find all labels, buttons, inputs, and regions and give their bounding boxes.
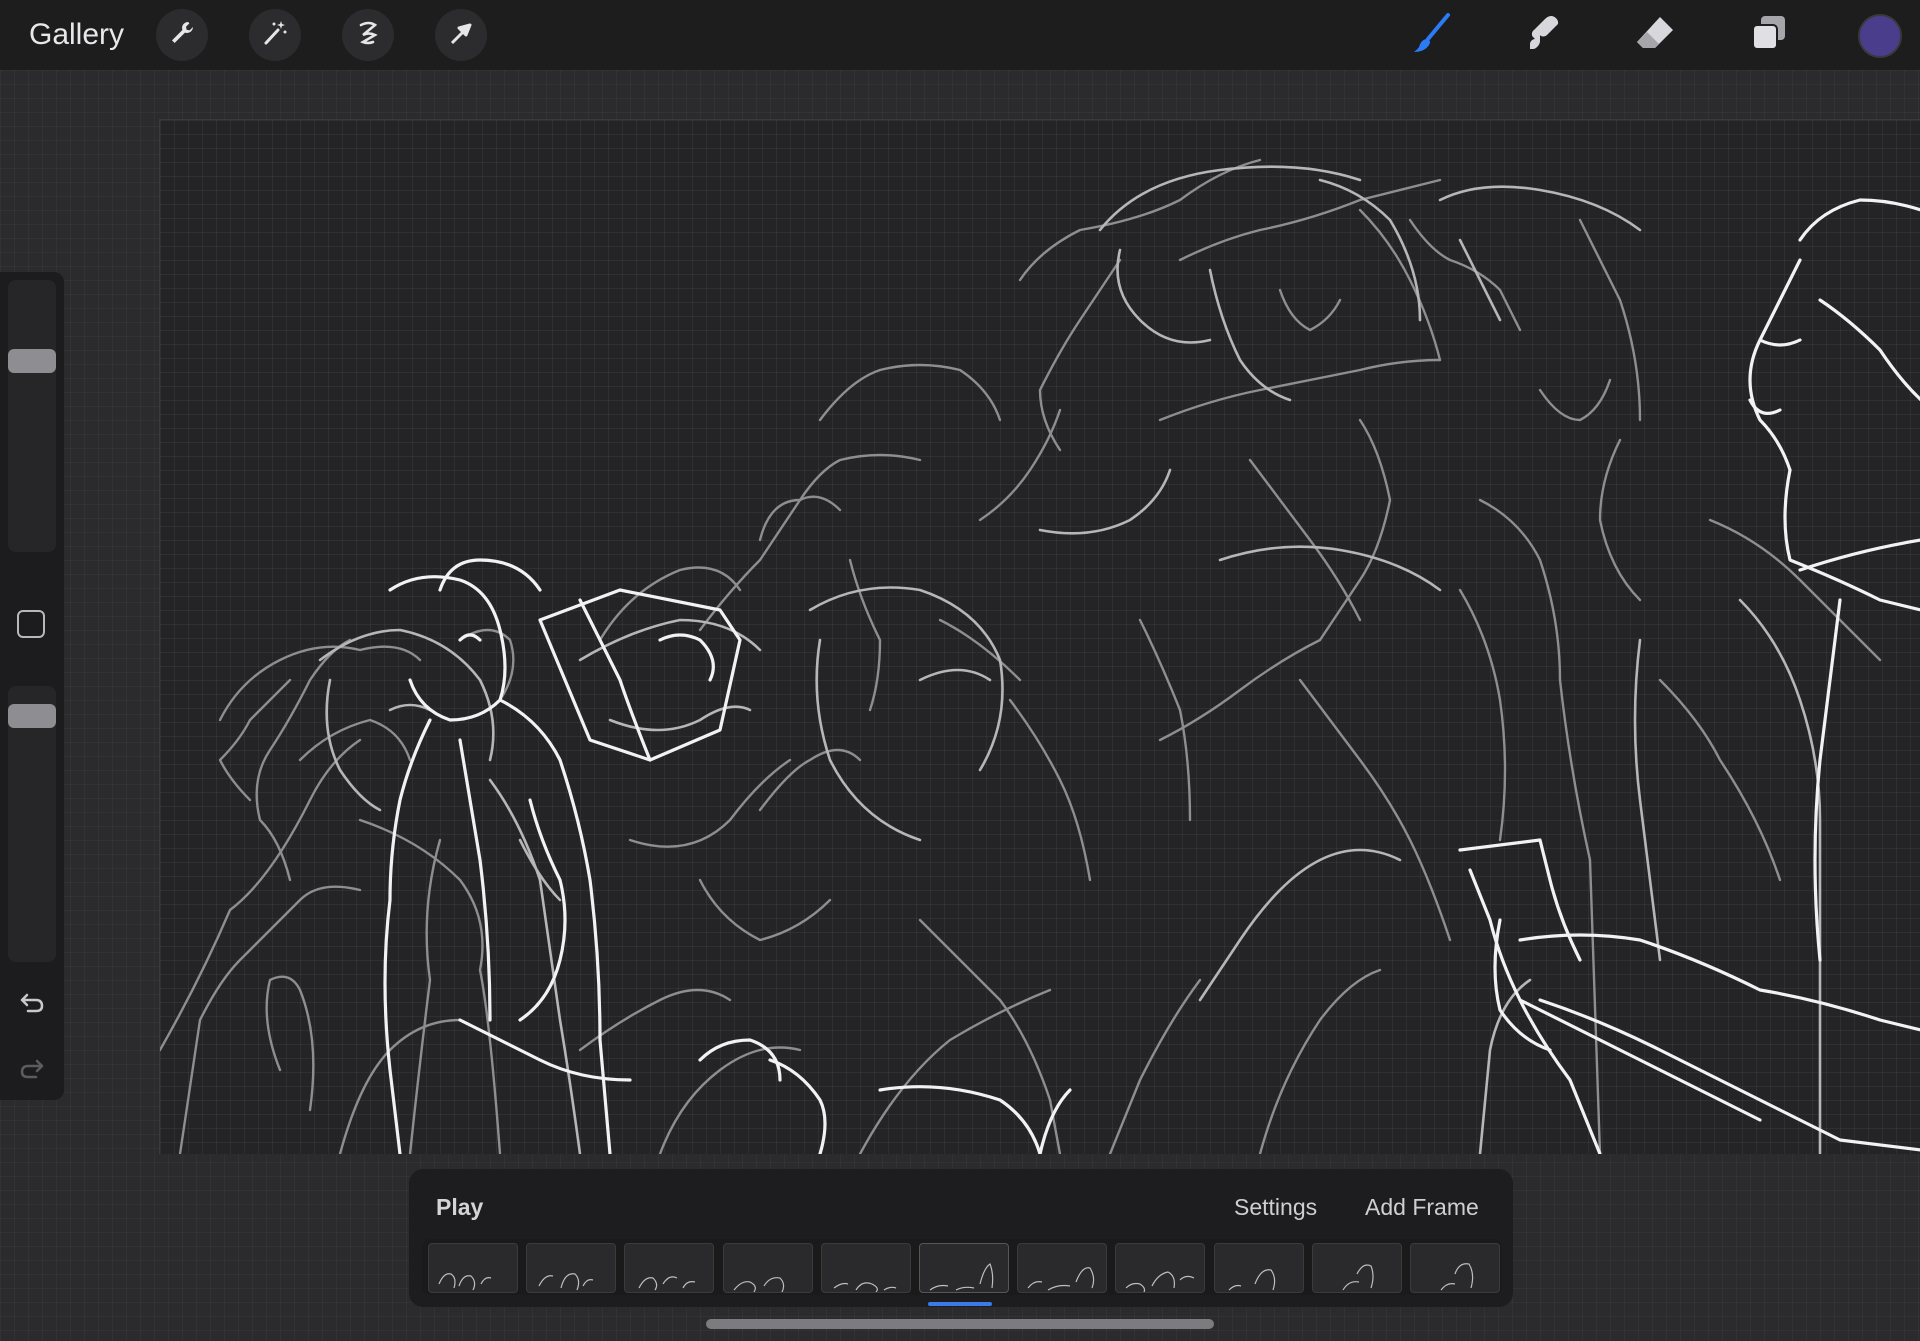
selection-icon	[353, 18, 383, 53]
top-toolbar: Gallery	[0, 0, 1920, 70]
selection-button[interactable]	[342, 9, 394, 61]
frame-thumbnail[interactable]	[526, 1243, 616, 1293]
timeline-settings-button[interactable]: Settings	[1234, 1194, 1317, 1221]
gallery-button[interactable]: Gallery	[29, 18, 124, 52]
layers-button[interactable]	[1746, 12, 1792, 58]
eraser-icon	[1633, 11, 1677, 60]
left-sidebar	[0, 272, 64, 1100]
magic-wand-icon	[260, 18, 290, 53]
transform-arrow-icon	[446, 18, 476, 53]
frame-thumbnail-sketch	[538, 1273, 594, 1291]
frame-thumbnail[interactable]	[1214, 1243, 1304, 1293]
smudge-icon	[1521, 11, 1565, 60]
frame-thumbnail-sketch	[638, 1276, 696, 1291]
frame-thumbnail-sketch	[1125, 1271, 1195, 1292]
frame-thumbnail-sketch	[1228, 1269, 1276, 1291]
brush-size-slider[interactable]	[8, 280, 56, 552]
opacity-slider[interactable]	[8, 686, 56, 962]
opacity-slider-thumb[interactable]	[8, 704, 56, 728]
redo-icon	[17, 1053, 47, 1088]
frame-thumbnail-sketch	[1440, 1263, 1474, 1291]
transform-button[interactable]	[435, 9, 487, 61]
frame-thumbnail[interactable]	[1410, 1243, 1500, 1293]
undo-icon	[17, 987, 47, 1022]
undo-button[interactable]	[14, 986, 50, 1022]
drawing-canvas[interactable]	[159, 119, 1920, 1154]
frame-thumbnail[interactable]	[821, 1243, 911, 1293]
adjustments-button[interactable]	[249, 9, 301, 61]
redo-button[interactable]	[14, 1052, 50, 1088]
animation-timeline: Play Settings Add Frame	[409, 1169, 1513, 1307]
color-picker-button[interactable]	[1858, 14, 1902, 58]
layers-icon	[1747, 11, 1791, 60]
wrench-icon	[167, 18, 197, 53]
frame-thumbnail-sketch	[1342, 1264, 1374, 1291]
brush-button[interactable]	[1409, 12, 1455, 58]
brush-icon	[1410, 11, 1454, 60]
frame-thumbnail[interactable]	[624, 1243, 714, 1293]
modify-button[interactable]	[17, 610, 45, 638]
sketch-artwork	[160, 158, 1920, 1154]
frame-thumbnail[interactable]	[428, 1243, 518, 1293]
frame-thumbnail-sketch	[929, 1263, 994, 1291]
frame-thumbnail-sketch	[833, 1282, 897, 1292]
frame-thumbnail[interactable]	[1017, 1243, 1107, 1293]
frame-thumbnail[interactable]	[723, 1243, 813, 1293]
eraser-button[interactable]	[1632, 12, 1678, 58]
frame-thumbnail-sketch	[1027, 1267, 1095, 1291]
brush-size-slider-thumb[interactable]	[8, 349, 56, 373]
frame-thumbnail[interactable]	[919, 1243, 1009, 1293]
play-button[interactable]: Play	[436, 1194, 483, 1221]
smudge-button[interactable]	[1520, 12, 1566, 58]
home-indicator	[706, 1319, 1214, 1329]
actions-button[interactable]	[156, 9, 208, 61]
add-frame-button[interactable]: Add Frame	[1365, 1194, 1479, 1221]
frame-thumbnail-sketch	[438, 1273, 492, 1291]
frame-strip	[422, 1239, 1502, 1295]
frame-thumbnail[interactable]	[1312, 1243, 1402, 1293]
frame-thumbnail[interactable]	[1115, 1243, 1205, 1293]
selected-frame-indicator	[928, 1302, 992, 1306]
procreate-workspace: Gallery Play Settings Add Frame	[0, 0, 1920, 1341]
frame-thumbnail-sketch	[733, 1277, 785, 1292]
